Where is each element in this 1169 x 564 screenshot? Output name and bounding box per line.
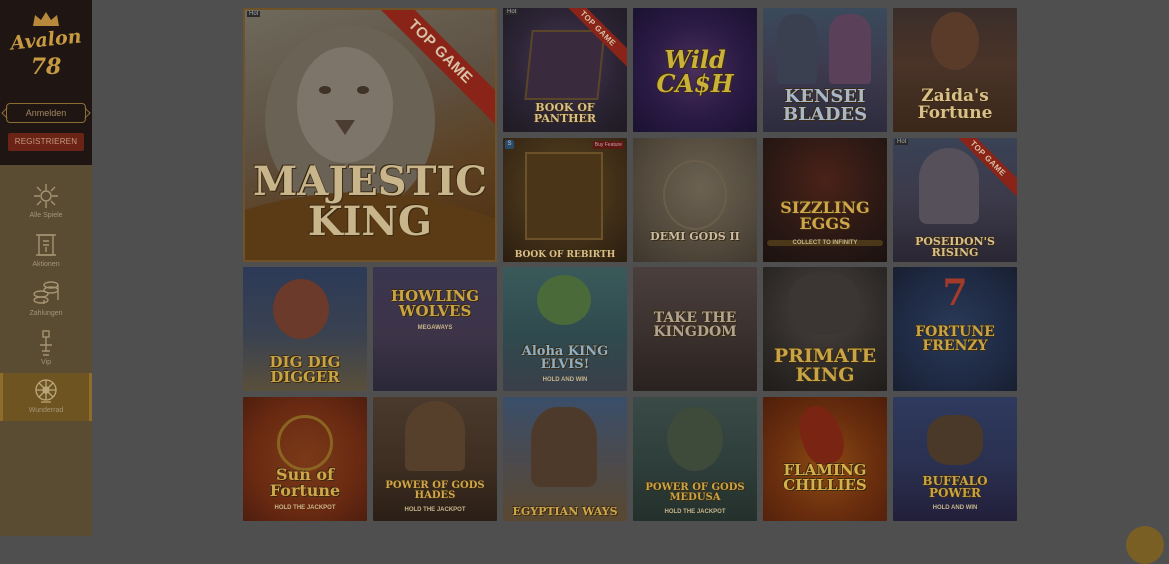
- game-title: TAKE THE KINGDOM: [653, 310, 737, 340]
- game-title: Wild CA$H: [656, 45, 734, 98]
- nav-label-wheel: Wunderrad: [28, 407, 64, 414]
- game-tile-majestic-king[interactable]: Hot TOP GAME MAJESTIC KING: [243, 8, 497, 262]
- nav-item-wheel[interactable]: Wunderrad: [0, 373, 92, 421]
- register-button[interactable]: REGISTRIEREN: [8, 133, 84, 151]
- sidebar: Avalon 78 Anmelden REGISTRIEREN Alle Spi…: [0, 0, 92, 536]
- game-subtitle: COLLECT TO INFINITY: [767, 240, 883, 246]
- game-title: POWER OF GODS MEDUSA: [645, 482, 745, 503]
- game-tile-dig-dig-digger[interactable]: DIG DIG DIGGER: [243, 267, 367, 391]
- game-tile-howling-wolves[interactable]: HOWLING WOLVES MEGAWAYS: [373, 267, 497, 391]
- game-subtitle: HOLD THE JACKPOT: [274, 505, 336, 511]
- poseidon-artwork: [919, 148, 979, 224]
- buy-feature-badge: Buy Feature: [592, 141, 624, 149]
- game-title: EGYPTIAN WAYS: [512, 505, 618, 518]
- hot-badge: Hot: [895, 139, 909, 145]
- game-title: BOOK OF REBIRTH: [514, 250, 616, 260]
- seven-icon: 7: [942, 272, 968, 314]
- warrior-artwork: [829, 14, 871, 84]
- game-subtitle: HOLD AND WIN: [932, 505, 978, 511]
- game-subtitle: HOLD THE JACKPOT: [404, 507, 466, 513]
- vip-icon: [40, 330, 52, 356]
- game-subtitle: MEGAWAYS: [417, 325, 453, 331]
- game-tile-take-the-kingdom[interactable]: TAKE THE KINGDOM: [633, 267, 757, 391]
- hot-badge: Hot: [505, 9, 519, 15]
- nav-label-promotions: Aktionen: [32, 261, 60, 268]
- game-title: SIZZLING EGGS: [780, 198, 870, 233]
- game-title: Aloha KING ELVIS!: [521, 344, 609, 372]
- warrior-artwork: [777, 14, 817, 84]
- cleopatra-artwork: [531, 407, 597, 487]
- promotions-icon: [36, 234, 56, 256]
- brand-logo[interactable]: Avalon 78: [5, 8, 87, 92]
- login-button[interactable]: Anmelden: [6, 103, 86, 123]
- hades-artwork: [405, 401, 465, 471]
- game-title: Sun of Fortune: [269, 465, 341, 500]
- brand-name: Avalon: [9, 25, 83, 55]
- game-tile-zaidas-fortune[interactable]: Zaida's Fortune: [893, 8, 1017, 132]
- all-games-icon: [34, 184, 58, 208]
- brand-number: 78: [30, 54, 62, 80]
- game-tile-book-of-panther[interactable]: Hot TOP GAME BOOK OF PANTHER: [503, 8, 627, 132]
- hot-badge: Hot: [247, 11, 261, 17]
- game-tile-demi-gods-2[interactable]: DEMI GODS II: [633, 138, 757, 262]
- crown-icon: [33, 12, 59, 26]
- nav-item-vip[interactable]: Vip: [0, 325, 92, 371]
- game-title: MAJESTIC KING: [253, 158, 487, 245]
- chilli-artwork: [791, 399, 851, 471]
- game-title: FORTUNE FRENZY: [915, 324, 995, 354]
- game-tile-aloha-king-elvis[interactable]: Aloha KING ELVIS! HOLD AND WIN: [503, 267, 627, 391]
- game-tile-power-of-gods-medusa[interactable]: POWER OF GODS MEDUSA HOLD THE JACKPOT: [633, 397, 757, 521]
- game-tile-poseidons-rising[interactable]: Hot TOP GAME POSEIDON'S RISING: [893, 138, 1017, 262]
- game-tile-sizzling-eggs[interactable]: SIZZLING EGGS COLLECT TO INFINITY: [763, 138, 887, 262]
- game-tile-buffalo-power[interactable]: BUFFALO POWER HOLD AND WIN: [893, 397, 1017, 521]
- game-title: HOWLING WOLVES: [390, 287, 480, 320]
- game-title: Zaida's Fortune: [917, 86, 993, 123]
- sun-artwork: [277, 415, 333, 471]
- nav-item-promotions[interactable]: Aktionen: [0, 227, 92, 273]
- sidebar-header: Avalon 78 Anmelden REGISTRIEREN: [0, 0, 92, 165]
- nav-item-all-games[interactable]: Alle Spiele: [0, 178, 92, 224]
- game-title: BUFFALO POWER: [922, 474, 988, 500]
- game-tile-primate-king[interactable]: PRIMATE KING: [763, 267, 887, 391]
- game-tile-flaming-chillies[interactable]: FLAMING CHILLIES: [763, 397, 887, 521]
- nav-label-all-games: Alle Spiele: [29, 212, 63, 219]
- medusa-artwork: [667, 407, 723, 471]
- payments-icon: [33, 281, 59, 304]
- wheel-icon: [35, 379, 57, 403]
- nav-label-vip: Vip: [41, 359, 51, 366]
- game-title: DEMI GODS II: [650, 230, 740, 243]
- game-tile-wild-cash[interactable]: Wild CA$H: [633, 8, 757, 132]
- game-tile-fortune-frenzy[interactable]: 7 FORTUNE FRENZY: [893, 267, 1017, 391]
- game-title: POSEIDON'S RISING: [915, 235, 995, 259]
- book-artwork: [524, 30, 606, 100]
- gorilla-artwork: [789, 273, 859, 335]
- game-title: FLAMING CHILLIES: [783, 461, 867, 494]
- game-subtitle: HOLD THE JACKPOT: [664, 509, 726, 515]
- game-title: BOOK OF PANTHER: [533, 101, 597, 125]
- buffalo-artwork: [927, 415, 983, 465]
- digger-artwork: [273, 279, 329, 339]
- frog-artwork: [537, 275, 591, 325]
- chat-button[interactable]: [1126, 526, 1164, 564]
- game-title: POWER OF GODS HADES: [385, 480, 485, 501]
- game-tile-egyptian-ways[interactable]: EGYPTIAN WAYS: [503, 397, 627, 521]
- game-tile-book-of-rebirth[interactable]: S Buy Feature BOOK OF REBIRTH: [503, 138, 627, 262]
- book-artwork: [525, 152, 603, 240]
- game-title: KENSEI BLADES: [782, 86, 868, 125]
- provider-badge: S: [505, 140, 514, 149]
- zaida-portrait: [931, 12, 979, 70]
- game-title: PRIMATE KING: [773, 345, 877, 386]
- nav-item-payments[interactable]: Zahlungen: [0, 276, 92, 322]
- halo-artwork: [663, 160, 727, 230]
- game-tile-power-of-gods-hades[interactable]: POWER OF GODS HADES HOLD THE JACKPOT: [373, 397, 497, 521]
- game-tile-sun-of-fortune[interactable]: Sun of Fortune HOLD THE JACKPOT: [243, 397, 367, 521]
- game-title: DIG DIG DIGGER: [269, 353, 341, 386]
- game-subtitle: HOLD AND WIN: [542, 377, 588, 383]
- game-tile-kensei-blades[interactable]: KENSEI BLADES: [763, 8, 887, 132]
- nav-label-payments: Zahlungen: [29, 310, 63, 317]
